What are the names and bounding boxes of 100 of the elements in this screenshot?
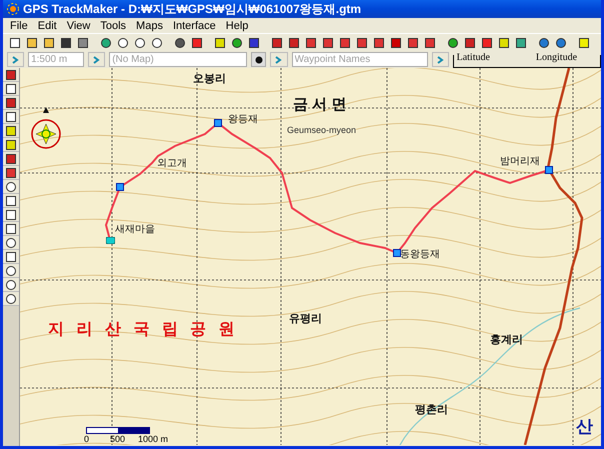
square-tool-icon — [5, 208, 17, 220]
round-tool-icon — [117, 36, 129, 48]
round-tool-icon — [134, 36, 146, 48]
square-tool-icon — [5, 96, 17, 108]
palette-tool-button[interactable] — [3, 194, 19, 208]
menu-item[interactable]: Maps — [131, 20, 168, 32]
square-tool-icon — [578, 36, 590, 48]
square-tool-icon — [248, 36, 260, 48]
round-tool-icon — [5, 264, 17, 276]
round-tool-icon — [555, 36, 567, 48]
palette-tool-button[interactable] — [3, 250, 19, 264]
scale-label: 1000 m — [138, 434, 168, 444]
scale-label: 0 — [84, 434, 90, 444]
round-tool-icon — [5, 278, 17, 290]
map-field[interactable]: (No Map) — [109, 52, 248, 67]
square-tool-icon — [373, 36, 385, 48]
round-tool-icon — [231, 36, 243, 48]
square-tool-icon — [9, 36, 21, 48]
chevron-icon — [436, 56, 444, 64]
menu-item[interactable]: Tools — [95, 20, 132, 32]
round-tool-icon — [5, 180, 17, 192]
square-tool-icon — [214, 36, 226, 48]
square-tool-icon — [5, 166, 17, 178]
palette-tool-button[interactable] — [3, 152, 19, 166]
menu-item[interactable]: Edit — [32, 20, 62, 32]
palette-tool-button[interactable] — [3, 166, 19, 180]
map-dot-button[interactable] — [251, 52, 266, 67]
square-tool-icon — [5, 124, 17, 136]
waypoint-icon — [545, 166, 553, 174]
palette-tool-button[interactable] — [3, 264, 19, 278]
chevron-icon — [12, 56, 20, 64]
round-tool-icon — [100, 36, 112, 48]
round-tool-icon — [538, 36, 550, 48]
square-tool-icon — [271, 36, 283, 48]
round-tool-icon — [151, 36, 163, 48]
map-label: 지 리 산 국 립 공 원 — [48, 322, 239, 338]
menu-item[interactable]: Help — [220, 20, 254, 32]
waypoint-label: 새재마을 — [115, 225, 155, 235]
window-title: GPS TrackMaker - D:₩지도₩GPS₩임시₩061007왕등재.gtm — [23, 0, 362, 18]
scale-field[interactable]: 1:500 m — [28, 52, 84, 67]
palette-tool-button[interactable] — [3, 82, 19, 96]
square-tool-icon — [288, 36, 300, 48]
map-label: 외고개 — [157, 159, 187, 169]
round-tool-icon — [5, 236, 17, 248]
palette-tool-button[interactable] — [3, 110, 19, 124]
palette-tool-button[interactable] — [3, 278, 19, 292]
map-label: 오봉리 — [193, 74, 226, 85]
square-tool-icon — [5, 110, 17, 122]
names-field[interactable]: Waypoint Names — [292, 52, 428, 67]
square-tool-icon — [5, 138, 17, 150]
chevron-icon — [275, 56, 282, 64]
waypoint-icon — [393, 249, 401, 257]
square-tool-icon — [60, 36, 72, 48]
menu-item[interactable]: View — [62, 20, 96, 32]
map-label: 산 — [576, 418, 593, 435]
menu-item[interactable]: Interface — [168, 20, 221, 32]
square-tool-icon — [26, 36, 38, 48]
waypoint-icon — [214, 119, 222, 127]
map-label: Geumseo-myeon — [287, 126, 356, 135]
map-label: 유평리 — [289, 314, 322, 325]
palette-tool-button[interactable] — [3, 180, 19, 194]
square-tool-icon — [424, 36, 436, 48]
sun-icon — [7, 3, 19, 15]
menu-item[interactable]: File — [5, 20, 33, 32]
waypoint-icon — [116, 183, 124, 191]
map-label: 홍계리 — [490, 335, 523, 346]
scale-bar — [86, 427, 150, 434]
dot-icon — [254, 56, 263, 64]
square-tool-icon — [5, 152, 17, 164]
palette-tool-button[interactable] — [3, 138, 19, 152]
square-tool-icon — [5, 250, 17, 262]
palette-tool-button[interactable] — [3, 236, 19, 250]
square-tool-icon — [390, 36, 402, 48]
palette-tool-button[interactable] — [3, 124, 19, 138]
square-tool-icon — [515, 36, 527, 48]
map-label: 평촌리 — [415, 405, 448, 416]
chevron-icon — [93, 56, 100, 64]
square-tool-icon — [5, 194, 17, 206]
square-tool-icon — [356, 36, 368, 48]
palette-tool-button[interactable] — [3, 222, 19, 236]
map-label: 금 서 면 — [293, 97, 346, 112]
square-tool-icon — [305, 36, 317, 48]
palette-tool-button[interactable] — [3, 68, 19, 82]
square-tool-icon — [481, 36, 493, 48]
square-tool-icon — [322, 36, 334, 48]
palette-tool-button[interactable] — [3, 208, 19, 222]
square-tool-icon — [407, 36, 419, 48]
flag-icon — [106, 237, 115, 244]
square-tool-icon — [464, 36, 476, 48]
square-tool-icon — [498, 36, 510, 48]
square-tool-icon — [5, 82, 17, 94]
round-tool-icon — [5, 292, 17, 304]
latitude-label: Latitude — [454, 52, 493, 62]
square-tool-icon — [339, 36, 351, 48]
square-tool-icon — [77, 36, 89, 48]
palette-tool-button[interactable] — [3, 292, 19, 306]
palette-tool-button[interactable] — [3, 96, 19, 110]
round-tool-icon — [447, 36, 459, 48]
square-tool-icon — [43, 36, 55, 48]
square-tool-icon — [191, 36, 203, 48]
